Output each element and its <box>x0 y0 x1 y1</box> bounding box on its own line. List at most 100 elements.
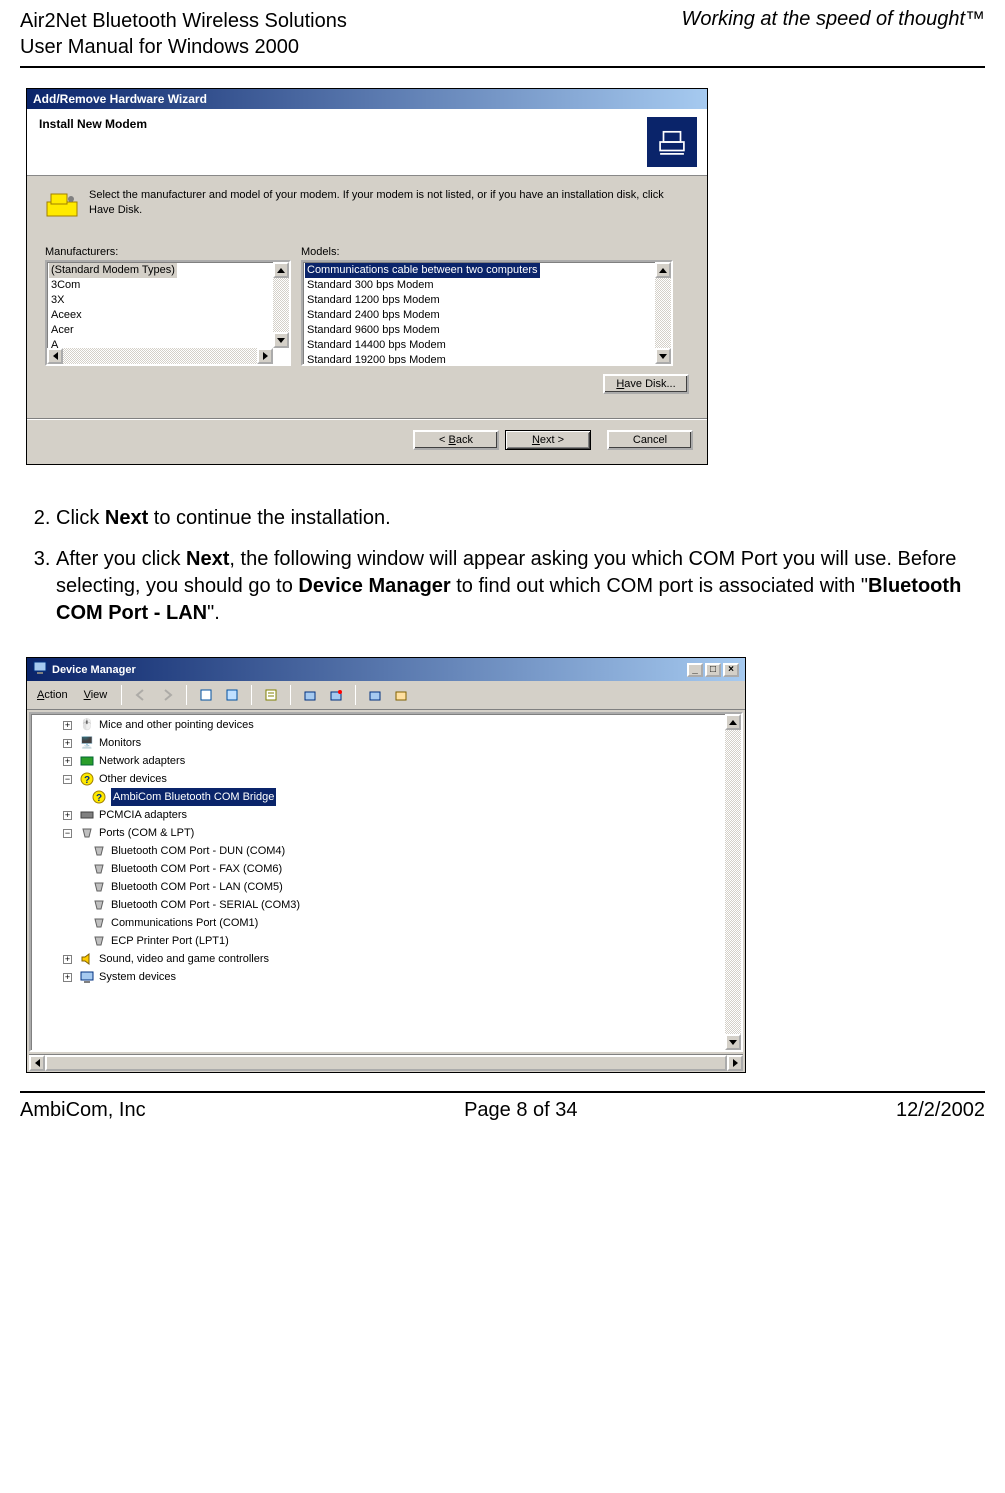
list-item[interactable]: Aceex <box>49 308 273 323</box>
step-2: Click Next to continue the installation. <box>56 505 985 532</box>
footer-left: AmbiCom, Inc <box>20 1099 146 1122</box>
nav-forward-icon <box>156 684 178 706</box>
monitor-icon: 🖥️ <box>79 735 95 751</box>
device-manager-icon <box>33 661 47 678</box>
toolbar-icon[interactable] <box>364 684 386 706</box>
tree-item[interactable]: Bluetooth COM Port - DUN (COM4) <box>37 842 739 860</box>
tree-item[interactable]: +Sound, video and game controllers <box>37 950 739 968</box>
list-item[interactable]: Standard 300 bps Modem <box>305 278 655 293</box>
svg-text:?: ? <box>96 793 102 804</box>
refresh-icon[interactable] <box>299 684 321 706</box>
manufacturers-listbox[interactable]: (Standard Modem Types) 3Com 3X Aceex Ace… <box>45 260 291 366</box>
tree-item[interactable]: +🖱️Mice and other pointing devices <box>37 716 739 734</box>
maximize-button[interactable]: □ <box>705 663 721 677</box>
header-line1: Air2Net Bluetooth Wireless Solutions <box>20 8 347 34</box>
back-button[interactable]: < Back <box>413 430 499 450</box>
list-item[interactable]: 3Com <box>49 278 273 293</box>
cancel-button[interactable]: Cancel <box>607 430 693 450</box>
list-item[interactable]: Standard 9600 bps Modem <box>305 323 655 338</box>
list-item[interactable]: 3X <box>49 293 273 308</box>
wizard-header: Install New Modem <box>27 109 707 176</box>
models-listbox[interactable]: Communications cable between two compute… <box>301 260 673 366</box>
tree-item[interactable]: +System devices <box>37 968 739 986</box>
list-item[interactable]: Standard 2400 bps Modem <box>305 308 655 323</box>
device-manager-title: Device Manager <box>52 664 136 676</box>
scroll-right-button[interactable] <box>727 1055 743 1071</box>
page-header: Air2Net Bluetooth Wireless Solutions Use… <box>20 8 985 68</box>
tree-item[interactable]: −Ports (COM & LPT) <box>37 824 739 842</box>
modem-large-icon <box>647 117 697 167</box>
tree-item[interactable]: −?Other devices <box>37 770 739 788</box>
have-disk-button[interactable]: Have Disk... <box>603 374 689 394</box>
pcmcia-icon <box>79 807 95 823</box>
scroll-up-button[interactable] <box>655 262 671 278</box>
nav-back-icon <box>130 684 152 706</box>
page-footer: AmbiCom, Inc Page 8 of 34 12/2/2002 <box>20 1091 985 1122</box>
toolbar-icon[interactable] <box>195 684 217 706</box>
list-item[interactable]: Communications cable between two compute… <box>305 263 540 278</box>
mouse-icon: 🖱️ <box>79 717 95 733</box>
models-label: Models: <box>301 246 340 258</box>
scroll-down-button[interactable] <box>655 348 671 364</box>
tree-item[interactable]: +🖥️Monitors <box>37 734 739 752</box>
toolbar-icon[interactable] <box>390 684 412 706</box>
list-item[interactable]: Standard 1200 bps Modem <box>305 293 655 308</box>
scroll-left-button[interactable] <box>29 1055 45 1071</box>
list-item[interactable]: (Standard Modem Types) <box>49 263 177 278</box>
next-button[interactable]: Next > <box>505 430 591 450</box>
step-3: After you click Next, the following wind… <box>56 546 985 627</box>
close-button[interactable]: × <box>723 663 739 677</box>
wizard-titlebar: Add/Remove Hardware Wizard <box>27 89 707 109</box>
ports-icon <box>79 825 95 841</box>
tree-item-selected[interactable]: ?AmbiCom Bluetooth COM Bridge <box>37 788 739 806</box>
toolbar-icon[interactable] <box>325 684 347 706</box>
instruction-list: Click Next to continue the installation.… <box>20 505 985 627</box>
scroll-down-button[interactable] <box>273 332 289 348</box>
list-item[interactable]: Standard 19200 bps Modem <box>305 353 655 364</box>
footer-center: Page 8 of 34 <box>464 1099 577 1122</box>
tree-item[interactable]: +Network adapters <box>37 752 739 770</box>
tree-item[interactable]: Bluetooth COM Port - LAN (COM5) <box>37 878 739 896</box>
tree-item[interactable]: +PCMCIA adapters <box>37 806 739 824</box>
scrollbar-vertical[interactable] <box>273 262 289 348</box>
scroll-right-button[interactable] <box>257 348 273 364</box>
scroll-down-button[interactable] <box>725 1034 741 1050</box>
hardware-wizard-dialog: Add/Remove Hardware Wizard Install New M… <box>26 88 708 465</box>
scroll-up-button[interactable] <box>273 262 289 278</box>
sound-icon <box>79 951 95 967</box>
manufacturers-label: Manufacturers: <box>45 246 291 258</box>
minimize-button[interactable]: _ <box>687 663 703 677</box>
computer-icon <box>79 969 95 985</box>
question-icon: ? <box>91 789 107 805</box>
list-item[interactable]: A <box>49 338 273 348</box>
scroll-left-button[interactable] <box>47 348 63 364</box>
scroll-up-button[interactable] <box>725 714 741 730</box>
port-icon <box>91 879 107 895</box>
tree-item[interactable]: Bluetooth COM Port - SERIAL (COM3) <box>37 896 739 914</box>
wizard-subtitle: Install New Modem <box>39 117 147 131</box>
port-icon <box>91 915 107 931</box>
scrollbar-horizontal[interactable] <box>47 348 273 364</box>
header-right: Working at the speed of thought™ <box>681 8 985 31</box>
scrollbar-vertical[interactable] <box>655 262 671 364</box>
menu-view[interactable]: View <box>78 687 114 703</box>
tree-item[interactable]: Communications Port (COM1) <box>37 914 739 932</box>
tree-item[interactable]: Bluetooth COM Port - FAX (COM6) <box>37 860 739 878</box>
header-line2: User Manual for Windows 2000 <box>20 34 347 60</box>
device-manager-toolbar: Action View <box>27 681 745 710</box>
port-icon <box>91 843 107 859</box>
question-icon: ? <box>79 771 95 787</box>
list-item[interactable]: Acer <box>49 323 273 338</box>
header-left: Air2Net Bluetooth Wireless Solutions Use… <box>20 8 347 60</box>
port-icon <box>91 897 107 913</box>
svg-text:?: ? <box>84 775 90 786</box>
toolbar-icon[interactable] <box>221 684 243 706</box>
scrollbar-vertical[interactable] <box>725 714 741 1050</box>
tree-item[interactable]: ECP Printer Port (LPT1) <box>37 932 739 950</box>
scrollbar-horizontal[interactable] <box>29 1054 743 1070</box>
properties-icon[interactable] <box>260 684 282 706</box>
list-item[interactable]: Standard 14400 bps Modem <box>305 338 655 353</box>
menu-action[interactable]: Action <box>31 687 74 703</box>
scroll-thumb[interactable] <box>45 1055 727 1071</box>
network-icon <box>79 753 95 769</box>
